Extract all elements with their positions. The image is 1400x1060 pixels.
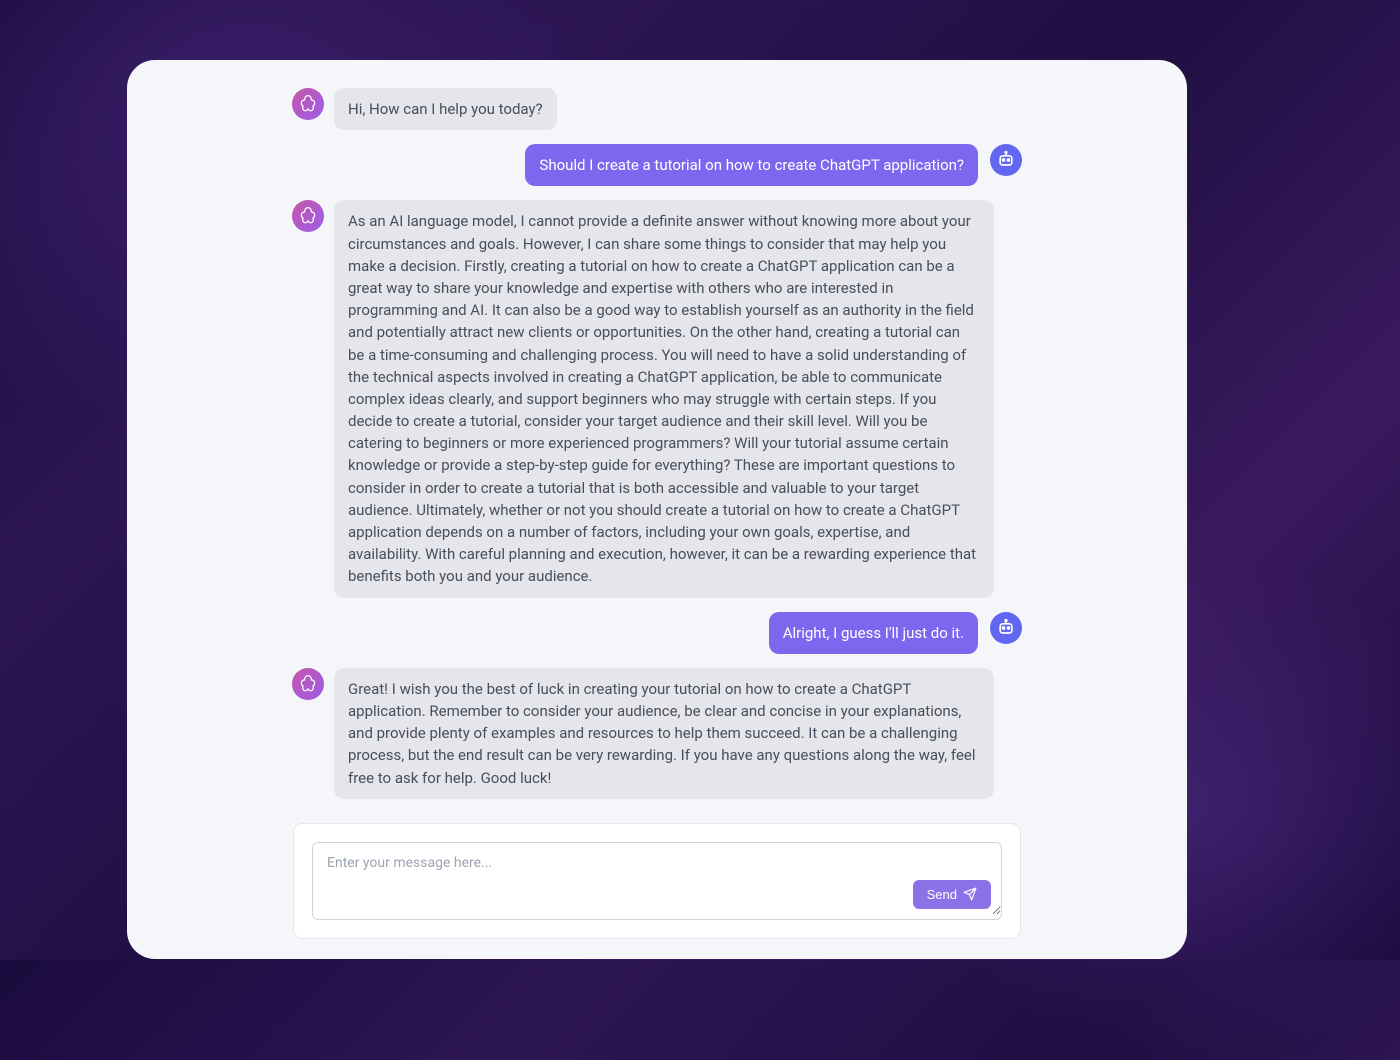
message-bubble: Great! I wish you the best of luck in cr…: [334, 668, 994, 799]
message-input[interactable]: [313, 843, 1001, 915]
user-avatar-icon: [990, 612, 1022, 644]
message-row-bot: As an AI language model, I cannot provid…: [292, 200, 1022, 597]
message-bubble: Hi, How can I help you today?: [334, 88, 557, 130]
send-button-label: Send: [927, 887, 957, 902]
send-button[interactable]: Send: [913, 880, 991, 909]
bot-avatar-icon: [292, 88, 324, 120]
send-icon: [963, 887, 977, 901]
messages-list: Hi, How can I help you today? Should I c…: [157, 88, 1157, 799]
message-row-bot: Great! I wish you the best of luck in cr…: [292, 668, 1022, 799]
message-bubble: Alright, I guess I'll just do it.: [769, 612, 978, 654]
input-area: Send: [293, 823, 1021, 939]
message-bubble: As an AI language model, I cannot provid…: [334, 200, 994, 597]
message-row-user: Alright, I guess I'll just do it.: [292, 612, 1022, 654]
message-bubble: Should I create a tutorial on how to cre…: [525, 144, 978, 186]
message-row-user: Should I create a tutorial on how to cre…: [292, 144, 1022, 186]
user-avatar-icon: [990, 144, 1022, 176]
input-wrapper: Send: [312, 842, 1002, 920]
bot-avatar-icon: [292, 200, 324, 232]
message-row-bot: Hi, How can I help you today?: [292, 88, 1022, 130]
chat-container: Hi, How can I help you today? Should I c…: [127, 60, 1187, 959]
bot-avatar-icon: [292, 668, 324, 700]
